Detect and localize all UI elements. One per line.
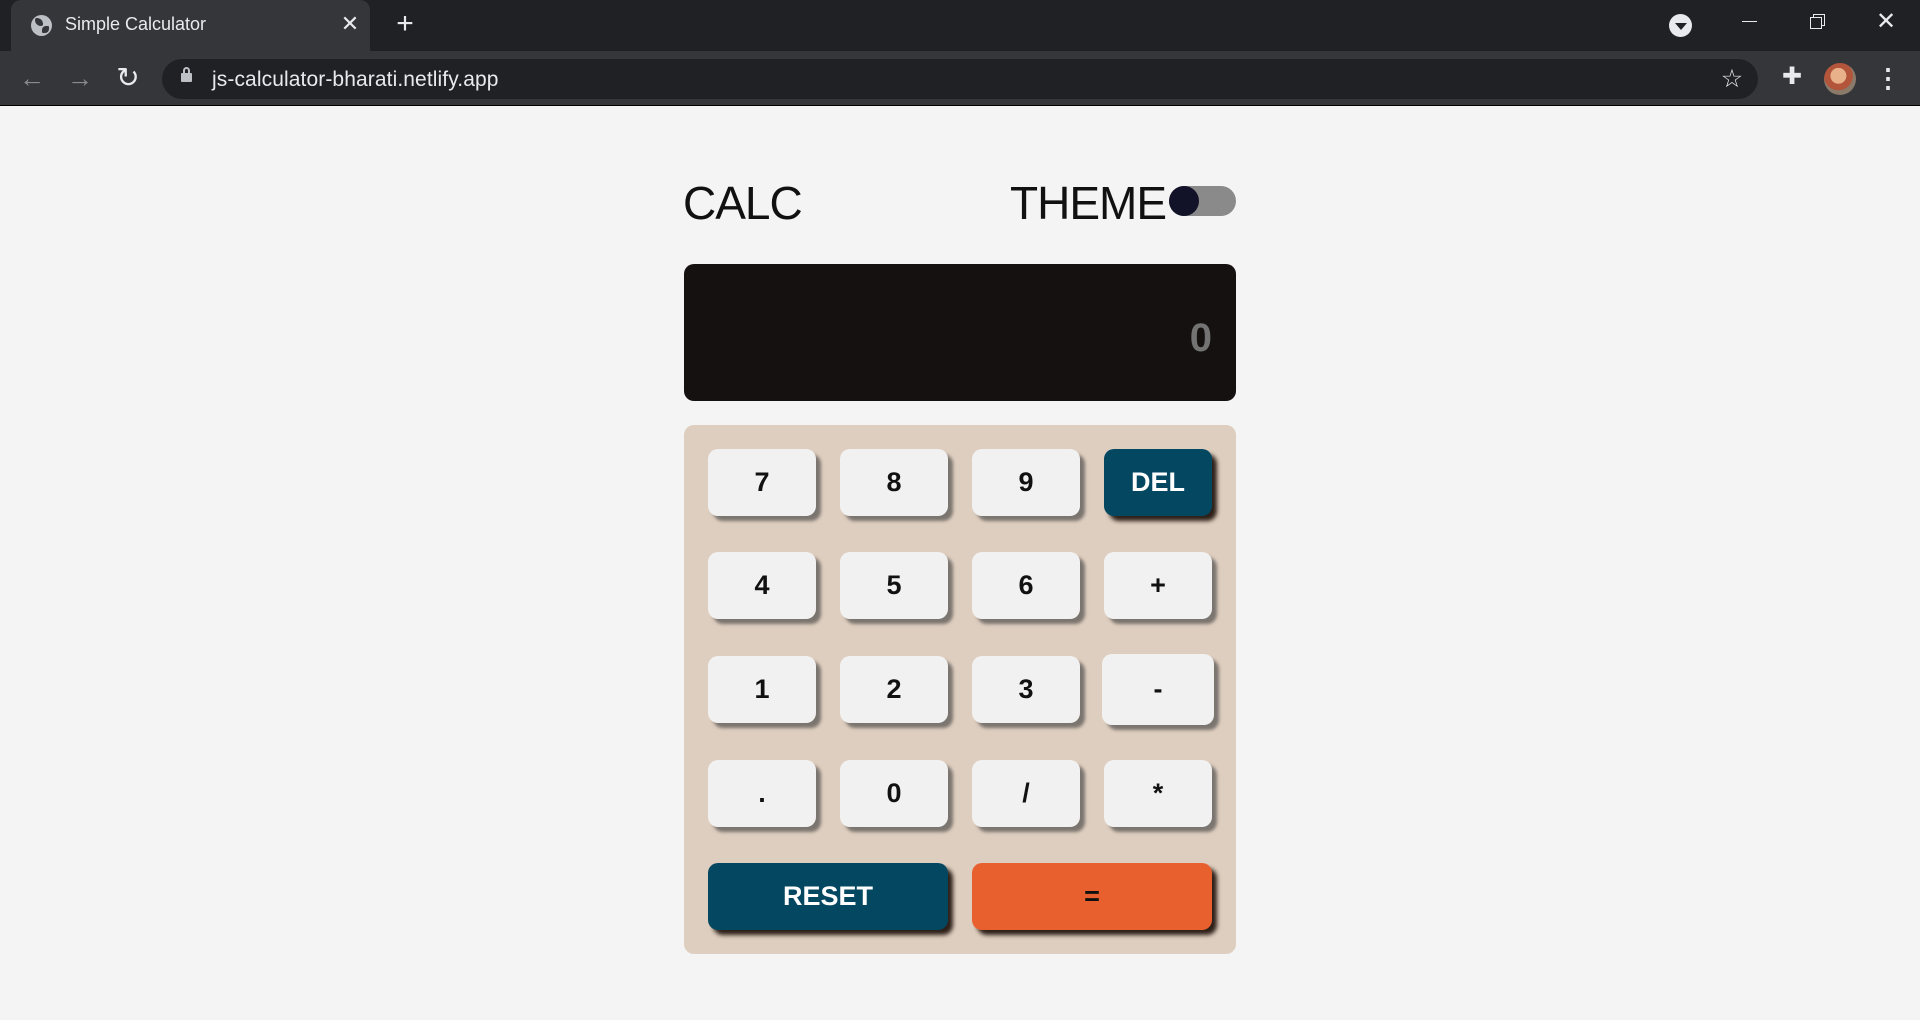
tab-title: Simple Calculator bbox=[65, 14, 207, 34]
avatar[interactable] bbox=[1824, 63, 1856, 95]
key-6[interactable]: 6 bbox=[972, 552, 1080, 619]
key-decimal[interactable]: . bbox=[708, 760, 816, 827]
new-tab-button[interactable]: + bbox=[389, 9, 421, 41]
key-multiply[interactable]: * bbox=[1104, 760, 1212, 827]
key-4[interactable]: 4 bbox=[708, 552, 816, 619]
equals-button[interactable]: = bbox=[972, 863, 1212, 930]
url-text[interactable]: js-calculator-bharati.netlify.app bbox=[212, 68, 499, 92]
tab-search-icon[interactable] bbox=[1669, 14, 1692, 37]
key-divide[interactable]: / bbox=[972, 760, 1080, 827]
tab-strip: Simple Calculator ✕ + ✕ bbox=[0, 0, 1920, 51]
kebab-menu-icon[interactable]: ⋮ bbox=[1873, 62, 1903, 94]
minimize-button[interactable] bbox=[1714, 0, 1782, 44]
display-value: 0 bbox=[1189, 316, 1212, 360]
key-5[interactable]: 5 bbox=[840, 552, 948, 619]
tab-close-icon[interactable]: ✕ bbox=[337, 11, 363, 37]
key-9[interactable]: 9 bbox=[972, 449, 1080, 516]
key-plus[interactable]: + bbox=[1104, 552, 1212, 619]
star-icon[interactable]: ☆ bbox=[1717, 64, 1747, 94]
browser-tab[interactable]: Simple Calculator ✕ bbox=[11, 0, 370, 51]
theme-toggle[interactable] bbox=[1169, 186, 1236, 216]
reset-button[interactable]: RESET bbox=[708, 863, 948, 930]
lock-icon[interactable] bbox=[181, 67, 192, 82]
delete-button[interactable]: DEL bbox=[1104, 449, 1212, 516]
restore-button[interactable] bbox=[1782, 0, 1850, 44]
reload-icon[interactable]: ↻ bbox=[112, 62, 144, 94]
toggle-knob[interactable] bbox=[1169, 186, 1199, 216]
key-8[interactable]: 8 bbox=[840, 449, 948, 516]
key-0[interactable]: 0 bbox=[840, 760, 948, 827]
keypad: 7 8 9 DEL 4 5 6 + 1 2 3 - . 0 / * RESET … bbox=[684, 425, 1236, 954]
key-7[interactable]: 7 bbox=[708, 449, 816, 516]
key-2[interactable]: 2 bbox=[840, 656, 948, 723]
forward-arrow-icon[interactable]: → bbox=[64, 62, 96, 94]
globe-icon bbox=[31, 15, 52, 36]
browser-toolbar: ← → ↻ js-calculator-bharati.netlify.app … bbox=[0, 51, 1920, 106]
theme-label: THEME bbox=[1010, 177, 1167, 229]
key-minus[interactable]: - bbox=[1102, 654, 1214, 725]
address-bar[interactable]: js-calculator-bharati.netlify.app ☆ bbox=[162, 59, 1758, 99]
key-1[interactable]: 1 bbox=[708, 656, 816, 723]
close-window-button[interactable]: ✕ bbox=[1852, 0, 1920, 44]
app-title: CALC bbox=[683, 177, 803, 229]
puzzle-icon[interactable]: ✚ bbox=[1777, 62, 1807, 92]
key-3[interactable]: 3 bbox=[972, 656, 1080, 723]
back-arrow-icon[interactable]: ← bbox=[16, 62, 48, 94]
calculator-display: 0 bbox=[684, 264, 1236, 401]
